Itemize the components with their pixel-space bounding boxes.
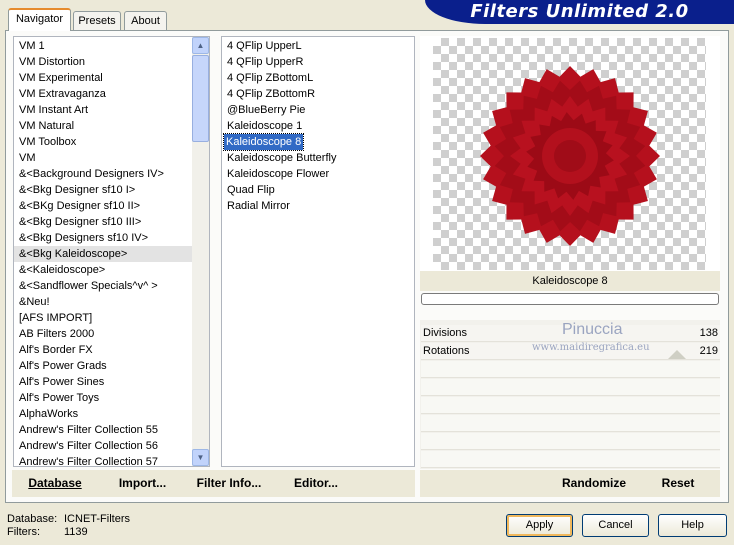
filter-item[interactable]: 4 QFlip ZBottomR (222, 86, 315, 102)
status-database-value: ICNET-Filters (64, 513, 130, 525)
filter-list[interactable]: 4 QFlip UpperL 4 QFlip UpperR 4 QFlip ZBot… (221, 36, 415, 467)
category-item[interactable]: Andrew's Filter Collection 57 (14, 454, 194, 466)
help-button[interactable]: Help (658, 514, 727, 537)
category-item[interactable]: Alf's Power Toys (14, 390, 194, 406)
category-item[interactable]: VM Experimental (14, 70, 194, 86)
tab-about[interactable]: About (124, 11, 167, 30)
filter-item[interactable]: 4 QFlip UpperR (222, 54, 303, 70)
category-item[interactable]: &<Bkg Designers sf10 IV> (14, 230, 194, 246)
param-label: Divisions (423, 327, 468, 339)
category-item[interactable]: Andrew's Filter Collection 55 (14, 422, 194, 438)
category-list-scrollbar[interactable]: ▲ ▼ (192, 37, 209, 466)
filter-item[interactable]: Quad Flip (222, 182, 275, 198)
filter-item[interactable]: Kaleidoscope 8 (222, 133, 305, 151)
scroll-up-icon[interactable]: ▲ (192, 37, 209, 54)
reset-button[interactable]: Reset (656, 476, 700, 490)
status-filters-value: 1139 (64, 526, 88, 538)
category-item[interactable]: [AFS IMPORT] (14, 310, 194, 326)
filter-item[interactable]: Radial Mirror (222, 198, 290, 214)
apply-button[interactable]: Apply (506, 514, 573, 537)
filter-item[interactable]: Kaleidoscope 1 (222, 118, 302, 134)
param-row-empty (421, 361, 720, 378)
scroll-thumb[interactable] (192, 55, 209, 142)
category-item[interactable]: VM Extravaganza (14, 86, 194, 102)
category-item[interactable]: VM Distortion (14, 54, 194, 70)
watermark-url: www.maidiregrafica.eu (532, 342, 650, 353)
title-banner: Filters Unlimited 2.0 (425, 0, 734, 24)
category-list[interactable]: VM 1 VM Distortion VM Experimental VM Extra… (13, 36, 210, 467)
category-item[interactable]: Alf's Power Sines (14, 374, 194, 390)
param-value[interactable]: 138 (700, 327, 718, 339)
filter-item[interactable]: 4 QFlip UpperL (222, 38, 302, 54)
progress-bar (421, 293, 719, 305)
filter-item-label: Kaleidoscope 8 (222, 133, 305, 151)
slider-marker-icon (668, 350, 686, 359)
category-item[interactable]: AB Filters 2000 (14, 326, 194, 342)
param-row-empty (421, 451, 720, 468)
preview-filter-name: Kaleidoscope 8 (420, 271, 720, 291)
category-item[interactable]: &<Kaleidoscope> (14, 262, 194, 278)
param-label: Rotations (423, 345, 470, 357)
category-item[interactable]: VM Instant Art (14, 102, 194, 118)
category-item[interactable]: &<Sandflower Specials^v^ > (14, 278, 194, 294)
param-row-empty (421, 397, 720, 414)
category-item[interactable]: &Neu! (14, 294, 194, 310)
filter-item[interactable]: 4 QFlip ZBottomL (222, 70, 313, 86)
category-item[interactable]: VM Toolbox (14, 134, 194, 150)
param-value[interactable]: 219 (700, 345, 718, 357)
cancel-button[interactable]: Cancel (582, 514, 649, 537)
filter-item[interactable]: Kaleidoscope Flower (222, 166, 329, 182)
tab-navigator[interactable]: Navigator (8, 8, 71, 31)
import-button[interactable]: Import... (115, 476, 170, 490)
category-item[interactable]: AlphaWorks (14, 406, 194, 422)
filter-item[interactable]: @BlueBerry Pie (222, 102, 305, 118)
category-item[interactable]: VM Natural (14, 118, 194, 134)
param-row-empty (421, 379, 720, 396)
filter-info-button[interactable]: Filter Info... (195, 476, 263, 490)
filter-item[interactable]: Kaleidoscope Butterfly (222, 150, 336, 166)
category-item[interactable]: &<Bkg Designer sf10 I> (14, 182, 194, 198)
param-row-empty (421, 433, 720, 450)
category-item[interactable]: &<Bkg Kaleidoscope> (14, 246, 194, 262)
category-item[interactable]: &<Bkg Designer sf10 III> (14, 214, 194, 230)
category-item[interactable]: &<BKg Designer sf10 II> (14, 198, 194, 214)
database-button[interactable]: Database (24, 476, 86, 490)
tab-presets[interactable]: Presets (73, 11, 121, 30)
scroll-down-icon[interactable]: ▼ (192, 449, 209, 466)
watermark-name: Pinuccia (562, 321, 623, 338)
status-filters-label: Filters: (7, 526, 40, 538)
category-item[interactable]: VM 1 (14, 38, 194, 54)
category-item[interactable]: &<Background Designers IV> (14, 166, 194, 182)
category-item[interactable]: Andrew's Filter Collection 56 (14, 438, 194, 454)
editor-button[interactable]: Editor... (290, 476, 342, 490)
category-item[interactable]: Alf's Power Grads (14, 358, 194, 374)
param-row-empty (421, 415, 720, 432)
preview-canvas (433, 38, 706, 270)
kaleidoscope-preview-image (480, 66, 660, 246)
banner-title: Filters Unlimited 2.0 (470, 1, 689, 22)
status-database-label: Database: (7, 513, 58, 525)
category-item[interactable]: Alf's Border FX (14, 342, 194, 358)
category-item[interactable]: VM (14, 150, 194, 166)
randomize-button[interactable]: Randomize (558, 476, 630, 490)
